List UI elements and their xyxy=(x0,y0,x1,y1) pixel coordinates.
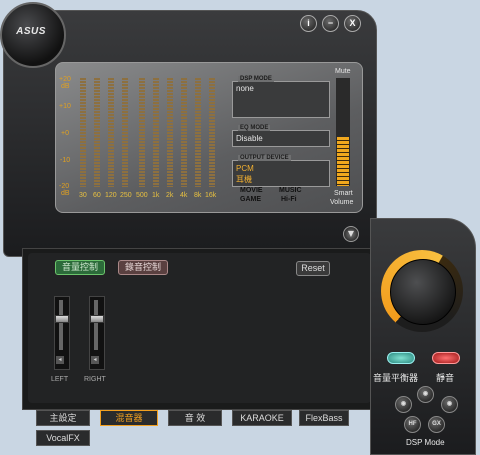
collapse-arrow-icon[interactable]: ▼ xyxy=(343,226,359,242)
dsp-mode-title: DSP MODE xyxy=(238,76,274,82)
output-device-title: OUTPUT DEVICE xyxy=(238,155,291,161)
eq-mode-value: Disable xyxy=(236,134,263,143)
mode-music[interactable]: MUSIC xyxy=(279,187,302,194)
freq-label: 2k xyxy=(166,192,174,199)
eq-bar-2k[interactable] xyxy=(167,78,173,187)
output-device-line1: PCM xyxy=(236,164,254,173)
volume-level-fill xyxy=(337,137,349,186)
right-slider-track xyxy=(94,300,98,350)
playback-control-tab[interactable]: 音量控制 xyxy=(55,260,105,275)
tab-main-settings[interactable]: 主設定 xyxy=(36,410,90,426)
db-label: +0 xyxy=(61,130,69,137)
eq-bar-30[interactable] xyxy=(80,78,86,187)
db-label: +10 xyxy=(59,103,71,110)
freq-label: 60 xyxy=(93,192,101,199)
db-label: dB xyxy=(61,190,70,197)
output-device-line2: 耳機 xyxy=(236,175,252,184)
freq-label: 30 xyxy=(79,192,87,199)
info-button[interactable]: i xyxy=(300,15,317,32)
balance-label: 音量平衡器 xyxy=(373,373,419,383)
tab-mixer[interactable]: 混音器 xyxy=(100,410,158,426)
speaker-icon[interactable]: ◂ xyxy=(91,356,99,364)
dsp-mode-icon-3[interactable]: ◉ xyxy=(441,396,458,413)
left-slider-knob[interactable] xyxy=(55,315,69,323)
smart-volume-label-1: Smart xyxy=(334,190,353,197)
tab-karaoke[interactable]: KARAOKE xyxy=(232,410,292,426)
balance-button[interactable] xyxy=(387,352,415,364)
mode-hifi[interactable]: Hi-Fi xyxy=(281,196,297,203)
db-label: -20 xyxy=(59,183,70,190)
speaker-icon[interactable]: ◂ xyxy=(56,356,64,364)
freq-label: 16k xyxy=(205,192,217,199)
mode-game[interactable]: GAME xyxy=(240,196,261,203)
dsp-hf-button[interactable]: HF xyxy=(404,416,421,433)
db-label: -10 xyxy=(60,157,71,164)
dsp-mode-value: none xyxy=(236,84,254,93)
left-slider-track xyxy=(59,300,63,350)
tab-vocalfx[interactable]: VocalFX xyxy=(36,430,90,446)
freq-label: 500 xyxy=(136,192,148,199)
dsp-mode-icon-1[interactable]: ◉ xyxy=(395,396,412,413)
freq-label: 8k xyxy=(194,192,202,199)
freq-label: 1k xyxy=(152,192,160,199)
smart-volume-label-2: Volume xyxy=(330,199,354,206)
dsp-gx-button[interactable]: GX xyxy=(428,416,445,433)
eq-bar-60[interactable] xyxy=(94,78,100,187)
eq-bar-1k[interactable] xyxy=(153,78,159,187)
right-slider-knob[interactable] xyxy=(90,315,104,323)
mute-button[interactable] xyxy=(432,352,460,364)
reset-button[interactable]: Reset xyxy=(296,261,330,276)
eq-bar-4k[interactable] xyxy=(181,78,187,187)
freq-label: 4k xyxy=(180,192,188,199)
right-channel-label: RIGHT xyxy=(84,376,106,383)
record-control-tab[interactable]: 錄音控制 xyxy=(118,260,168,275)
freq-label: 120 xyxy=(105,192,117,199)
freq-label: 250 xyxy=(120,192,132,199)
tab-effects[interactable]: 音 效 xyxy=(168,410,222,426)
asus-audio-window: ASUS i − X +20 dB +10 +0 -10 -20 dB 30 6… xyxy=(0,0,478,455)
eq-bar-16k[interactable] xyxy=(209,78,215,187)
eq-bar-500[interactable] xyxy=(139,78,145,187)
eq-bar-120[interactable] xyxy=(108,78,114,187)
mode-movie[interactable]: MOVIE xyxy=(240,187,263,194)
close-button[interactable]: X xyxy=(344,15,361,32)
eq-bar-250[interactable] xyxy=(122,78,128,187)
db-label: +20 xyxy=(59,76,71,83)
mute-label-right: 靜音 xyxy=(436,373,455,383)
volume-knob[interactable] xyxy=(390,259,456,325)
minimize-button[interactable]: − xyxy=(322,15,339,32)
left-channel-label: LEFT xyxy=(51,376,69,383)
eq-bar-8k[interactable] xyxy=(195,78,201,187)
dsp-mode-label: DSP Mode xyxy=(406,438,445,447)
db-label: dB xyxy=(61,83,70,90)
asus-logo: ASUS xyxy=(16,26,46,37)
tab-flexbass[interactable]: FlexBass xyxy=(299,410,349,426)
mute-label: Mute xyxy=(335,68,351,75)
dsp-mode-icon-2[interactable]: ◉ xyxy=(417,386,434,403)
eq-mode-title: EQ MODE xyxy=(238,125,271,131)
